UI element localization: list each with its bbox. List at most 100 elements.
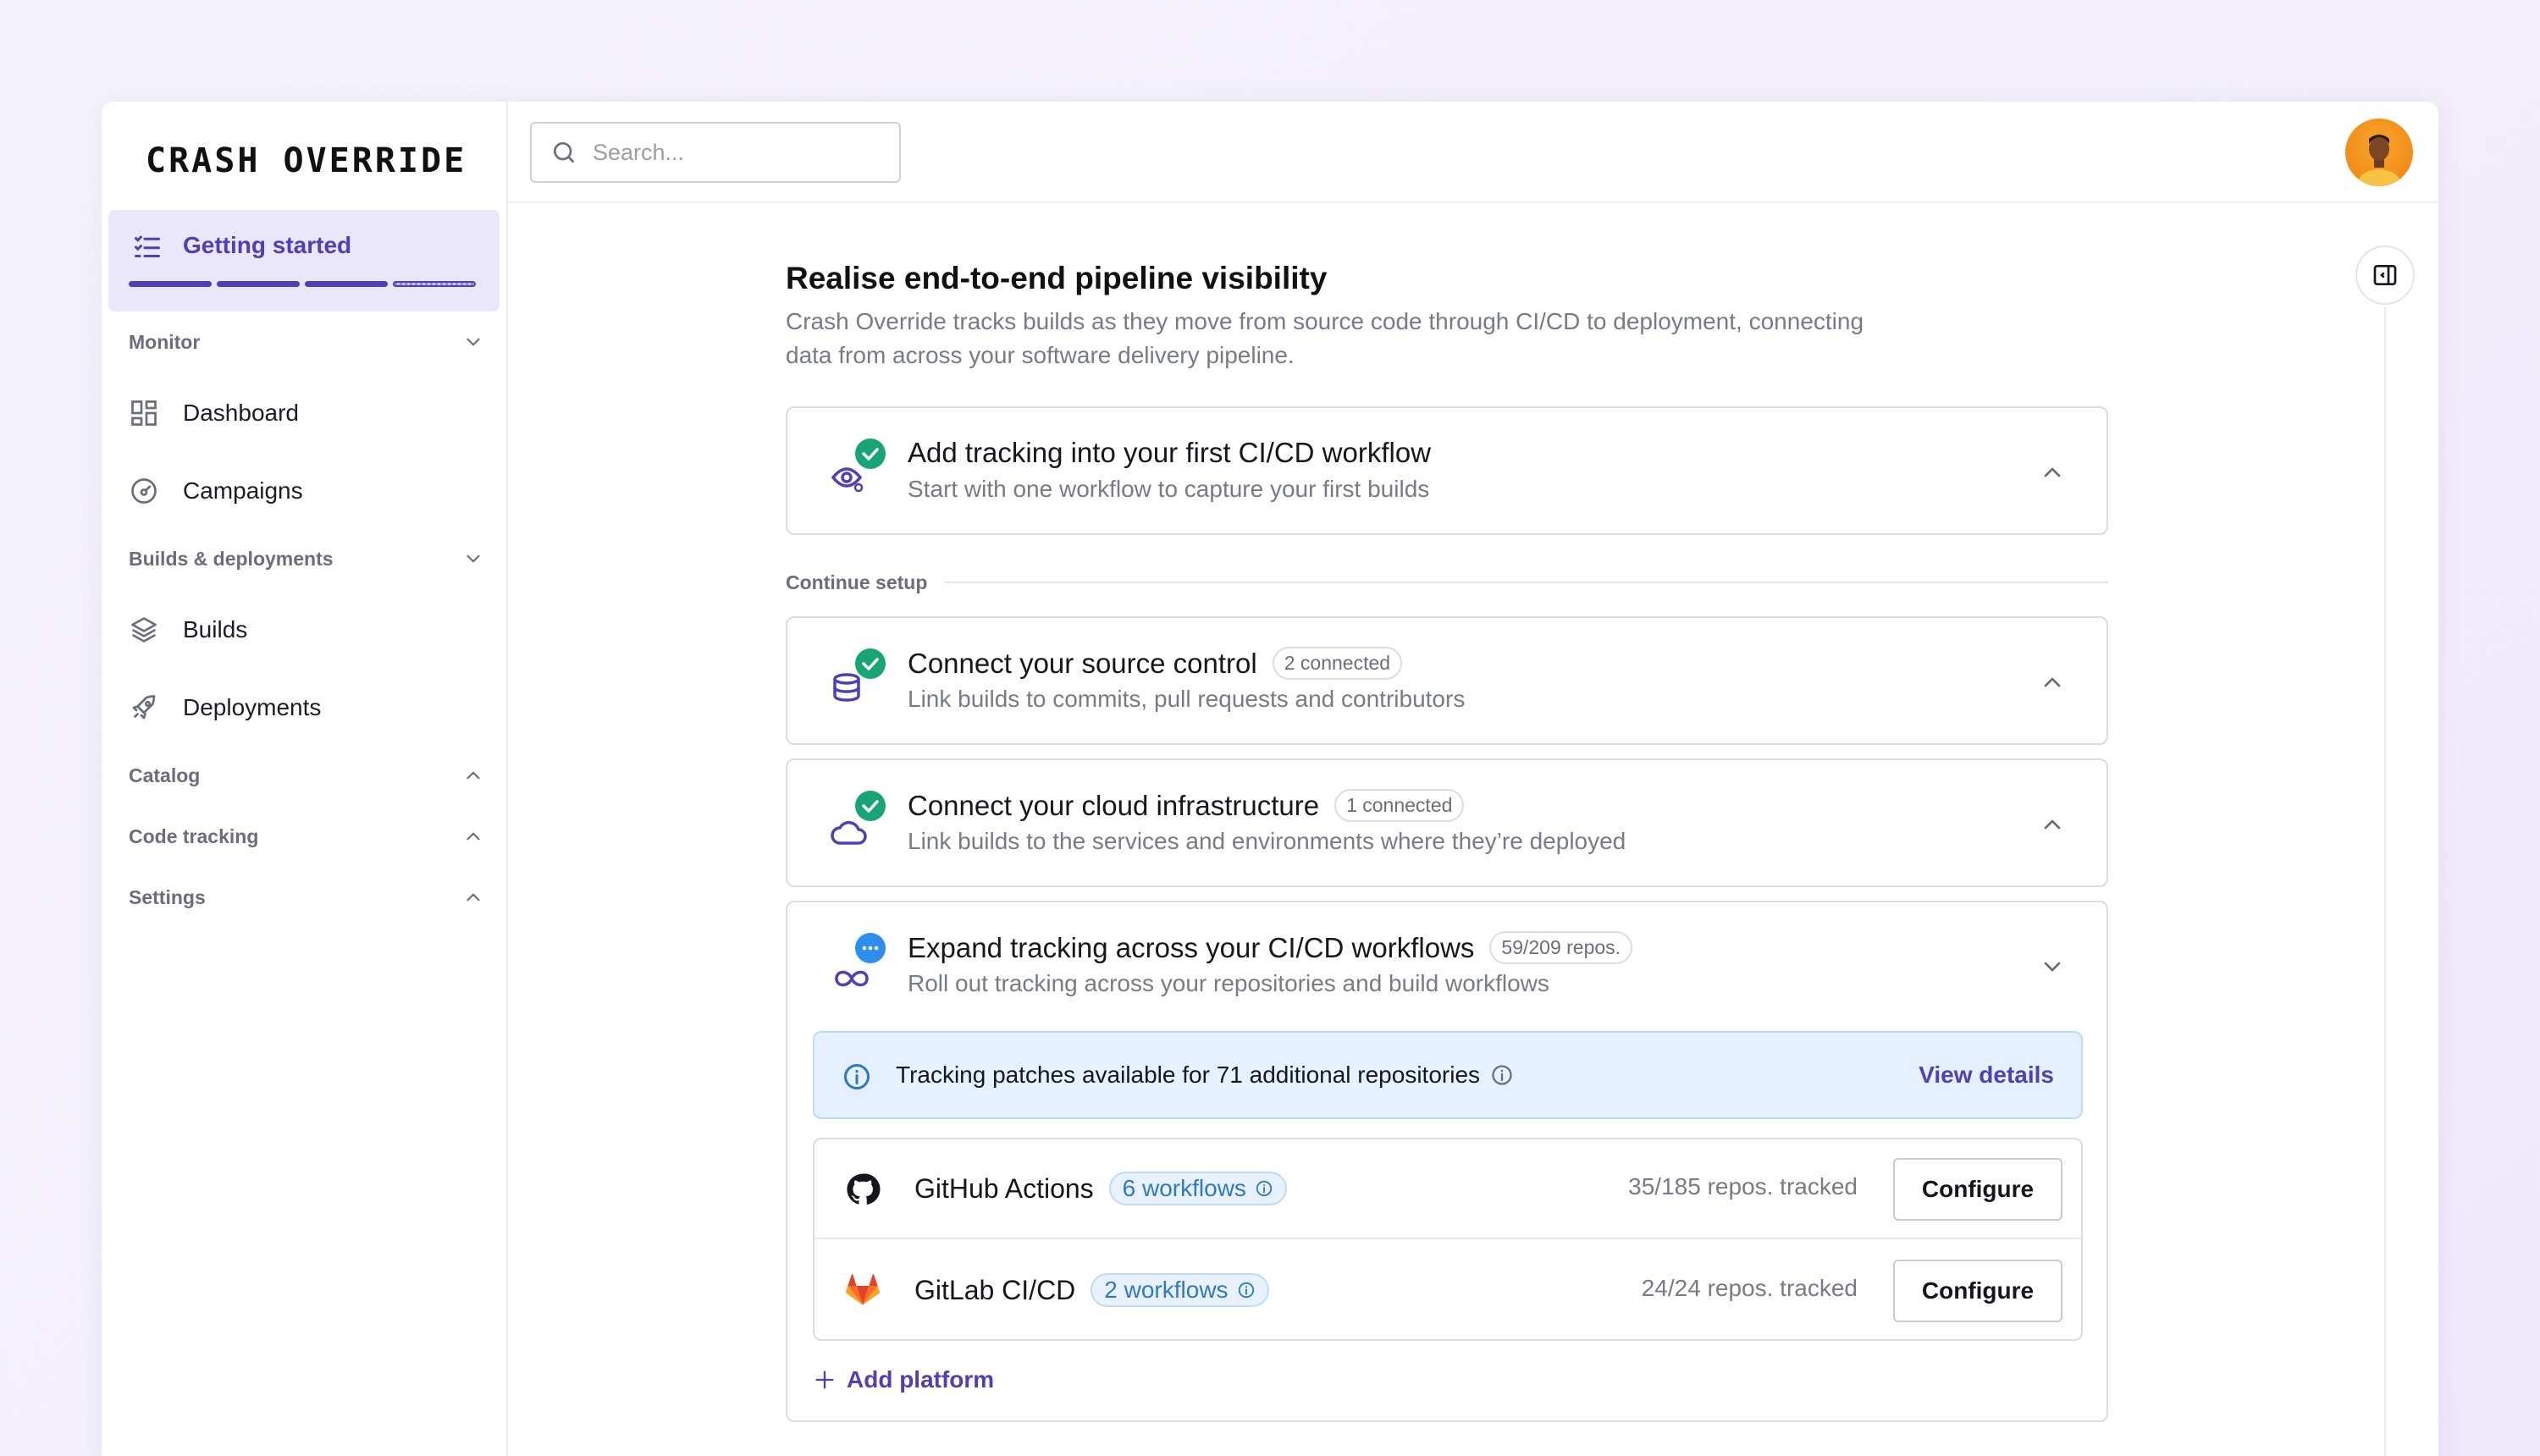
- getting-started-progress: [129, 281, 476, 287]
- step-card-first-workflow[interactable]: Add tracking into your first CI/CD workf…: [786, 406, 2108, 535]
- workflows-badge[interactable]: 6 workflows: [1108, 1172, 1287, 1205]
- workflows-badge[interactable]: 2 workflows: [1091, 1273, 1269, 1307]
- step-card-source-control[interactable]: Connect your source control 2 connected …: [786, 616, 2108, 745]
- sidebar-item-getting-started[interactable]: Getting started: [108, 210, 500, 312]
- add-platform-label: Add platform: [847, 1366, 995, 1393]
- gitlab-icon: [845, 1274, 881, 1305]
- step-title-text: Connect your source control: [908, 647, 1257, 679]
- section-builds-deployments[interactable]: Builds & deployments: [129, 542, 484, 576]
- section-label: Catalog: [129, 764, 201, 786]
- continue-setup-label: Continue setup: [786, 571, 928, 593]
- step-subtitle: Link builds to commits, pull requests an…: [908, 686, 1466, 712]
- layers-icon: [131, 617, 157, 643]
- panel-toggle-button[interactable]: [2355, 245, 2415, 305]
- plus-icon: [815, 1371, 834, 1389]
- section-label: Code tracking: [129, 825, 259, 847]
- search-box[interactable]: [530, 122, 901, 183]
- progress-segment: [393, 281, 476, 287]
- chevron-up-icon[interactable]: [2039, 669, 2066, 696]
- chevron-down-icon[interactable]: [2039, 953, 2066, 980]
- step-title-text: Add tracking into your first CI/CD workf…: [908, 437, 1432, 468]
- platform-name-text: GitHub Actions: [914, 1172, 1094, 1204]
- step-title: Add tracking into your first CI/CD workf…: [908, 437, 1431, 469]
- status-badge: 1 connected: [1334, 789, 1465, 822]
- step-card-expand-tracking: Expand tracking across your CI/CD workfl…: [786, 901, 2108, 1422]
- nav-label: Builds: [183, 616, 248, 643]
- section-label: Builds & deployments: [129, 547, 334, 570]
- step-subtitle: Start with one workflow to capture your …: [908, 476, 1430, 502]
- chevron-down-icon: [467, 554, 480, 563]
- step-title: Connect your source control 2 connected: [908, 647, 1403, 680]
- section-settings[interactable]: Settings: [129, 880, 484, 914]
- infinity-progress-icon: [835, 933, 886, 987]
- continue-setup-divider: Continue setup: [786, 565, 2108, 599]
- step-subtitle: Roll out tracking across your repositori…: [908, 970, 1549, 996]
- panel-divider: [2384, 306, 2386, 1456]
- section-label: Settings: [129, 885, 206, 908]
- step-title: Expand tracking across your CI/CD workfl…: [908, 931, 1633, 964]
- avatar[interactable]: [2345, 119, 2413, 186]
- step-title: Connect your cloud infrastructure 1 conn…: [908, 789, 1465, 822]
- chevron-up-icon: [467, 832, 480, 841]
- search-icon: [554, 142, 574, 163]
- chevron-up-icon[interactable]: [2039, 811, 2066, 838]
- add-platform-button[interactable]: Add platform: [813, 1366, 994, 1393]
- github-icon: [847, 1173, 881, 1205]
- info-message: Tracking patches available for 71 additi…: [896, 1062, 1481, 1088]
- platform-name: GitLab CI/CD 2 workflows: [914, 1273, 1269, 1307]
- configure-button[interactable]: Configure: [1893, 1260, 2062, 1322]
- section-label: Monitor: [129, 330, 201, 353]
- progress-segment: [217, 281, 300, 287]
- progress-segment: [129, 281, 212, 287]
- sidebar-item-campaigns[interactable]: Campaigns: [129, 466, 484, 516]
- info-banner: Tracking patches available for 71 additi…: [813, 1031, 2083, 1119]
- section-code-tracking[interactable]: Code tracking: [129, 819, 484, 853]
- cloud-check-icon: [831, 791, 886, 845]
- section-monitor[interactable]: Monitor: [129, 325, 484, 359]
- sidebar: CRASH OVERRIDE Getting started Monitor D…: [102, 102, 508, 1456]
- database-check-icon: [833, 648, 886, 702]
- workflows-count: 2 workflows: [1104, 1277, 1229, 1303]
- tracked-count: 24/24 repos. tracked: [1641, 1275, 1858, 1301]
- step-title-text: Connect your cloud infrastructure: [908, 789, 1320, 821]
- getting-started-label: Getting started: [183, 232, 352, 258]
- chevron-up-icon[interactable]: [2039, 459, 2066, 486]
- info-tooltip-icon[interactable]: [1490, 1063, 1514, 1087]
- step-row[interactable]: Expand tracking across your CI/CD workfl…: [787, 902, 2107, 1029]
- section-catalog[interactable]: Catalog: [129, 758, 484, 792]
- view-details-link[interactable]: View details: [1919, 1062, 2054, 1089]
- platform-row-github: GitHub Actions 6 workflows 35/185 repos.…: [814, 1139, 2081, 1239]
- chevron-up-icon: [467, 771, 480, 780]
- chevron-down-icon: [467, 338, 480, 346]
- info-icon: [844, 1064, 870, 1089]
- sidebar-collapse-icon: [2373, 265, 2397, 285]
- platform-name: GitHub Actions 6 workflows: [914, 1172, 1287, 1205]
- dashboard-icon: [131, 400, 157, 426]
- step-subtitle: Link builds to the services and environm…: [908, 828, 1626, 854]
- tracked-count: 35/185 repos. tracked: [1628, 1173, 1858, 1200]
- status-badge: 2 connected: [1272, 647, 1403, 680]
- divider-line: [944, 582, 2108, 583]
- configure-button[interactable]: Configure: [1893, 1158, 2062, 1221]
- info-icon: [1256, 1180, 1273, 1197]
- progress-segment: [305, 281, 388, 287]
- search-input[interactable]: [593, 139, 872, 166]
- eye-tracking-icon: [831, 438, 886, 493]
- platform-list: GitHub Actions 6 workflows 35/185 repos.…: [813, 1138, 2083, 1341]
- sidebar-item-deployments[interactable]: Deployments: [129, 682, 484, 733]
- step-card-cloud-infrastructure[interactable]: Connect your cloud infrastructure 1 conn…: [786, 758, 2108, 887]
- workflows-count: 6 workflows: [1122, 1175, 1246, 1201]
- sidebar-item-builds[interactable]: Builds: [129, 604, 484, 655]
- user-photo: [2357, 135, 2401, 186]
- step-row: Connect your cloud infrastructure 1 conn…: [787, 760, 2107, 887]
- platform-name-text: GitLab CI/CD: [914, 1274, 1076, 1305]
- nav-label: Deployments: [183, 694, 322, 720]
- gauge-icon: [131, 478, 157, 504]
- rocket-icon: [132, 695, 156, 720]
- logo: CRASH OVERRIDE: [146, 141, 467, 180]
- step-row: Connect your source control 2 connected …: [787, 618, 2107, 745]
- app-window: CRASH OVERRIDE Getting started Monitor D…: [102, 102, 2438, 1456]
- checklist-icon: [135, 235, 160, 257]
- page-description: Crash Override tracks builds as they mov…: [786, 308, 1864, 368]
- sidebar-item-dashboard[interactable]: Dashboard: [129, 388, 484, 438]
